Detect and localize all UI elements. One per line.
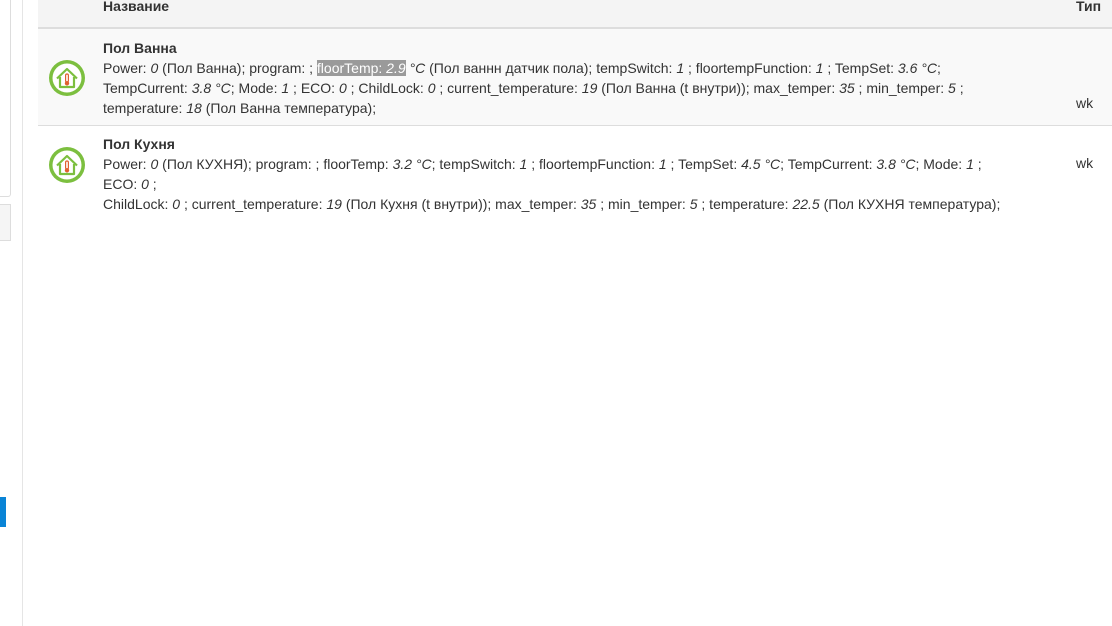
thermometer-home-icon xyxy=(49,147,85,183)
device-type: wk xyxy=(1076,95,1094,111)
sidebar-active-indicator xyxy=(0,497,6,527)
device-type: wk xyxy=(1076,155,1094,171)
table-row[interactable]: Пол Ванна Power: 0 (Пол Ванна); program:… xyxy=(38,29,1112,126)
table-header: Название Тип xyxy=(38,0,1112,29)
table-row[interactable]: Пол Кухня Power: 0 (Пол КУХНЯ); program:… xyxy=(38,126,1112,212)
column-header-name[interactable]: Название xyxy=(103,0,169,14)
thermometer-home-icon xyxy=(49,60,85,96)
left-sidebar xyxy=(0,0,23,626)
device-properties: Power: 0 (Пол Ванна); program: ; floorTe… xyxy=(103,60,964,116)
device-name[interactable]: Пол Кухня xyxy=(103,134,1003,154)
text-selection-highlight: floorTemp: 2.9 xyxy=(316,60,406,76)
sidebar-panel-item[interactable] xyxy=(0,204,11,241)
device-name[interactable]: Пол Ванна xyxy=(103,38,1003,58)
column-header-type[interactable]: Тип xyxy=(1076,0,1101,14)
device-properties: Power: 0 (Пол КУХНЯ); program: ; floorTe… xyxy=(103,156,1001,212)
sidebar-panel xyxy=(0,0,11,197)
devices-table: Название Тип Пол Ванна Power: 0 (Пол Ван… xyxy=(38,0,1112,212)
